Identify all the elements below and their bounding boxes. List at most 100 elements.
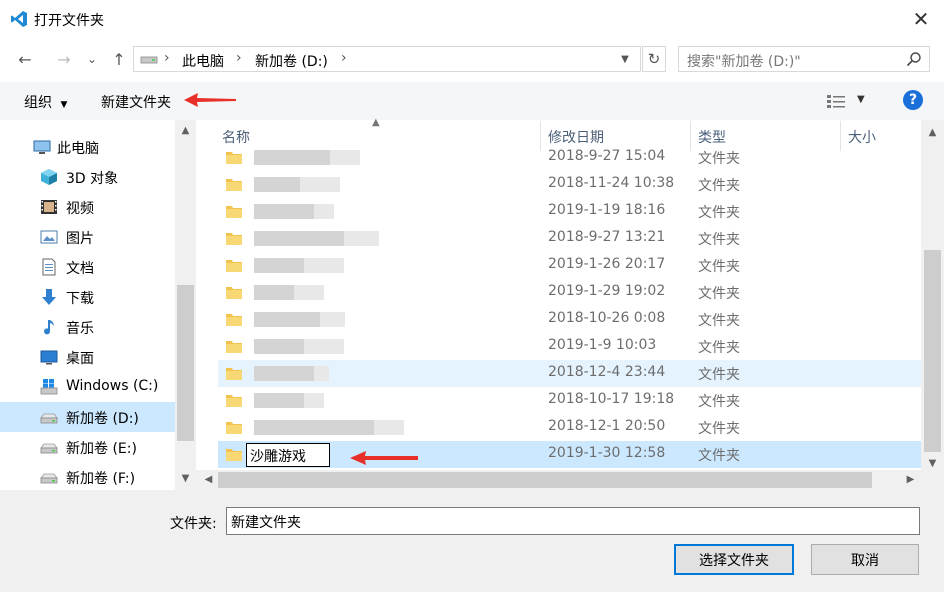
folder-icon	[226, 339, 242, 353]
file-row[interactable]: 2018-12-4 23:44 文件夹	[218, 360, 921, 387]
sidebar-item-label: 桌面	[66, 351, 94, 367]
scroll-down-icon[interactable]: ▼	[924, 455, 941, 472]
redacted-filename	[304, 258, 344, 273]
forward-button[interactable]: →	[51, 46, 77, 72]
folder-icon	[226, 177, 242, 191]
redacted-filename	[344, 231, 379, 246]
folder-icon	[226, 420, 242, 434]
sidebar-item-windows-c[interactable]: Windows (C:)	[0, 372, 175, 402]
folder-icon	[226, 285, 242, 299]
redacted-filename	[330, 150, 360, 165]
cancel-button[interactable]: 取消	[811, 544, 919, 575]
video-icon	[40, 198, 58, 216]
file-modified-date: 2019-1-30 12:58	[548, 445, 666, 461]
file-row[interactable]: 2018-10-26 0:08 文件夹	[218, 306, 921, 333]
redacted-filename	[254, 312, 320, 327]
music-icon	[40, 318, 58, 336]
desktop-icon	[40, 348, 58, 366]
sidebar-item-d[interactable]: 新加卷 (D:)	[0, 402, 175, 432]
rename-input[interactable]: 沙雕游戏	[246, 443, 330, 467]
scrollbar-thumb[interactable]	[177, 285, 194, 441]
redacted-filename	[254, 420, 374, 435]
sidebar-item-item-4[interactable]: 文档	[0, 252, 175, 282]
file-type: 文件夹	[698, 205, 740, 221]
sidebar-item-label: 3D 对象	[66, 171, 119, 187]
file-modified-date: 2019-1-26 20:17	[548, 256, 666, 272]
refresh-button[interactable]: ↻	[642, 46, 666, 72]
file-row[interactable]: 2018-9-27 13:21 文件夹	[218, 225, 921, 252]
file-modified-date: 2019-1-29 19:02	[548, 283, 666, 299]
chevron-right-icon[interactable]: ›	[341, 50, 347, 66]
sidebar-item-item-5[interactable]: 下载	[0, 282, 175, 312]
file-row[interactable]: 2018-9-27 15:04 文件夹	[218, 144, 921, 171]
new-folder-button[interactable]: 新建文件夹	[101, 92, 171, 112]
sidebar-item-item-2[interactable]: 视频	[0, 192, 175, 222]
file-row[interactable]: 2019-1-9 10:03 文件夹	[218, 333, 921, 360]
sidebar-item-f[interactable]: 新加卷 (F:)	[0, 462, 175, 492]
file-type: 文件夹	[698, 448, 740, 464]
sidebar-item-label: 视频	[66, 201, 94, 217]
file-row[interactable]: 2019-1-29 19:02 文件夹	[218, 279, 921, 306]
redacted-filename	[254, 393, 304, 408]
redacted-filename	[314, 366, 329, 381]
sidebar-item-label: 此电脑	[57, 141, 99, 157]
search-input[interactable]: 搜索"新加卷 (D:)"	[678, 46, 930, 72]
sidebar-item-item-3[interactable]: 图片	[0, 222, 175, 252]
address-bar[interactable]: › 此电脑 › 新加卷 (D:) › ▼	[133, 46, 641, 72]
file-modified-date: 2018-10-26 0:08	[548, 310, 666, 326]
recent-locations-button[interactable]: ⌄	[81, 46, 103, 72]
close-button[interactable]: ✕	[898, 0, 944, 38]
title-bar: 打开文件夹 ✕	[0, 0, 944, 38]
sidebar-item-label: 新加卷 (D:)	[66, 411, 139, 427]
file-row[interactable]: 2018-10-17 19:18 文件夹	[218, 387, 921, 414]
folder-name-input[interactable]: 新建文件夹	[226, 507, 920, 535]
sidebar-item-e[interactable]: 新加卷 (E:)	[0, 432, 175, 462]
search-icon	[906, 52, 921, 67]
sidebar-item-3d[interactable]: 3D 对象	[0, 162, 175, 192]
forward-arrow-icon: →	[57, 49, 71, 69]
file-row[interactable]: 2019-1-26 20:17 文件夹	[218, 252, 921, 279]
scrollbar-thumb[interactable]	[924, 250, 941, 452]
breadcrumb-this-pc[interactable]: 此电脑	[182, 51, 224, 71]
file-row[interactable]: 2019-1-19 18:16 文件夹	[218, 198, 921, 225]
help-icon[interactable]: ?	[903, 90, 923, 110]
up-button[interactable]: ↑	[106, 46, 132, 72]
up-arrow-icon: ↑	[112, 49, 126, 69]
drive-icon	[140, 56, 158, 64]
sidebar-item-this-pc[interactable]: 此电脑	[0, 132, 175, 162]
file-modified-date: 2018-11-24 10:38	[548, 175, 675, 191]
view-details-icon[interactable]	[826, 93, 846, 109]
redacted-filename	[374, 420, 404, 435]
scroll-down-icon[interactable]: ▼	[177, 470, 194, 487]
file-modified-date: 2018-10-17 19:18	[548, 391, 675, 407]
back-button[interactable]: ←	[12, 46, 38, 72]
organize-label: 组织	[24, 95, 52, 111]
sidebar-item-item-6[interactable]: 音乐	[0, 312, 175, 342]
back-arrow-icon: ←	[18, 49, 32, 69]
scroll-up-icon[interactable]: ▲	[177, 122, 194, 139]
vscode-app-icon	[11, 11, 27, 27]
address-dropdown-button[interactable]: ▼	[616, 49, 634, 69]
select-folder-button[interactable]: 选择文件夹	[674, 544, 794, 575]
breadcrumb-drive-d[interactable]: 新加卷 (D:)	[255, 51, 328, 71]
scrollbar-thumb[interactable]	[218, 472, 872, 488]
scroll-up-icon[interactable]: ▲	[924, 124, 941, 141]
organize-menu-button[interactable]: 组织 ▼	[24, 92, 67, 112]
folder-icon	[226, 150, 242, 164]
folder-icon	[226, 231, 242, 245]
view-options-dropdown[interactable]: ▼	[857, 94, 865, 105]
file-type: 文件夹	[698, 286, 740, 302]
file-row[interactable]: 2018-12-1 20:50 文件夹	[218, 414, 921, 441]
sidebar-item-item-7[interactable]: 桌面	[0, 342, 175, 372]
folder-icon	[226, 393, 242, 407]
file-row[interactable]: 2018-11-24 10:38 文件夹	[218, 171, 921, 198]
file-modified-date: 2018-9-27 13:21	[548, 229, 666, 245]
chevron-down-icon: ▼	[621, 53, 629, 65]
3d-objects-icon	[40, 168, 58, 186]
file-type: 文件夹	[698, 259, 740, 275]
scroll-left-icon[interactable]: ◀	[200, 471, 217, 488]
file-type: 文件夹	[698, 421, 740, 437]
scroll-right-icon[interactable]: ▶	[902, 471, 919, 488]
sidebar-item-label: 下载	[66, 291, 94, 307]
sidebar-item-label: 图片	[66, 231, 94, 247]
